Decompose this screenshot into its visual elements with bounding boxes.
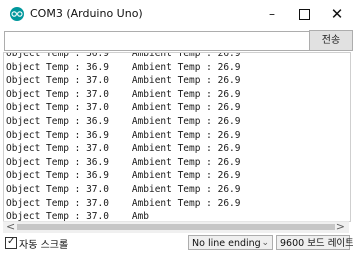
output-line: Object Temp : 37.0 Ambient Temp : 26.9 bbox=[6, 143, 241, 155]
output-line: Object Temp : 36.9 Ambient Temp : 26.9 bbox=[6, 61, 241, 73]
send-button[interactable]: 전송 bbox=[309, 30, 353, 51]
output-line: Object Temp : 37.0 Ambient Temp : 26.9 bbox=[6, 197, 241, 209]
output-line: Object Temp : 37.0 Ambient Temp : 26.9 bbox=[6, 75, 241, 87]
scrollbar-thumb[interactable] bbox=[17, 224, 335, 230]
serial-monitor-window: COM3 (Arduino Uno) – ✕ 전송 Object Temp : … bbox=[0, 0, 353, 255]
baud-rate-value: 9600 보드 레이트 bbox=[280, 238, 353, 249]
horizontal-scrollbar[interactable]: < > bbox=[3, 220, 349, 233]
line-ending-select[interactable]: No line ending ⌄ bbox=[188, 235, 273, 250]
send-input[interactable] bbox=[4, 31, 311, 51]
output-line: Object Temp : 36.9 Ambient Temp : 26.9 bbox=[6, 52, 241, 59]
check-icon: ✓ bbox=[7, 236, 16, 247]
output-line: Object Temp : 37.0 Ambient Temp : 26.9 bbox=[6, 88, 241, 100]
arduino-logo-icon bbox=[10, 7, 24, 21]
output-line: Object Temp : 37.0 Ambient Temp : 26.9 bbox=[6, 102, 241, 114]
output-lines: Object Temp : 36.9 Ambient Temp : 26.9 Ob… bbox=[6, 52, 346, 221]
autoscroll-label: 자동 스크롤 bbox=[19, 240, 69, 251]
scroll-left-icon[interactable]: < bbox=[6, 220, 15, 233]
close-button[interactable]: ✕ bbox=[325, 4, 349, 24]
autoscroll-checkbox[interactable]: ✓ bbox=[5, 236, 17, 249]
maximize-button[interactable] bbox=[299, 9, 310, 20]
line-ending-value: No line ending bbox=[192, 238, 261, 249]
title-bar: COM3 (Arduino Uno) – ✕ bbox=[0, 0, 353, 28]
window-title: COM3 (Arduino Uno) bbox=[30, 7, 143, 20]
chevron-down-icon: ⌄ bbox=[261, 238, 269, 248]
baud-rate-select[interactable]: 9600 보드 레이트 bbox=[276, 235, 353, 250]
output-line: Object Temp : 36.9 Ambient Temp : 26.9 bbox=[6, 115, 241, 127]
output-line: Object Temp : 36.9 Ambient Temp : 26.9 bbox=[6, 129, 241, 141]
minimize-button[interactable]: – bbox=[260, 4, 284, 24]
serial-output[interactable]: Object Temp : 36.9 Ambient Temp : 26.9 Ob… bbox=[3, 52, 351, 222]
scroll-right-icon[interactable]: > bbox=[336, 220, 345, 233]
output-line: Object Temp : 37.0 Ambient Temp : 26.9 bbox=[6, 183, 241, 195]
output-line: Object Temp : 36.9 Ambient Temp : 26.9 bbox=[6, 170, 241, 182]
output-line: Object Temp : 36.9 Ambient Temp : 26.9 bbox=[6, 156, 241, 168]
